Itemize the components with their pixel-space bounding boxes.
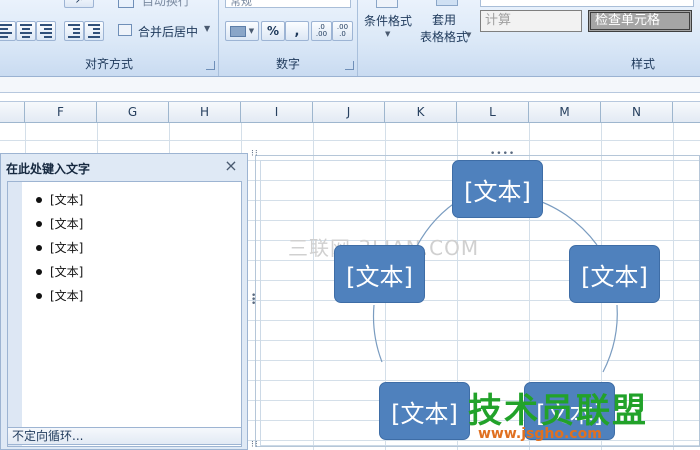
cycle-arc-2 xyxy=(602,304,618,373)
bullet-icon xyxy=(36,268,42,275)
list-item-text: [文本] xyxy=(50,289,84,303)
list-item-text: [文本] xyxy=(50,193,84,207)
bullet-icon xyxy=(36,292,42,299)
bullet-list: [文本] [文本] [文本] [文本] [文本] xyxy=(36,188,83,308)
list-item[interactable]: [文本] xyxy=(36,284,83,308)
bullet-icon xyxy=(36,220,42,227)
bullet-icon xyxy=(36,244,42,251)
layout-name-link[interactable]: 不定向循环... xyxy=(7,427,242,445)
smartart-node-2[interactable]: [文本] xyxy=(569,245,660,303)
bullet-icon xyxy=(36,196,42,203)
cycle-arc-4 xyxy=(372,304,383,363)
logo-watermark: 技术员联盟 xyxy=(468,391,648,431)
logo-url-watermark: www.jsgho.com xyxy=(478,426,602,442)
smartart-node-5[interactable]: [文本] xyxy=(334,245,425,303)
text-pane-title: 在此处键入文字 xyxy=(6,162,91,176)
text-pane-list[interactable]: [文本] [文本] [文本] [文本] [文本] xyxy=(7,181,242,447)
list-item-text: [文本] xyxy=(50,217,84,231)
smartart-text-pane: 在此处键入文字 × [文本] [文本] [文本] [文本] [文本] 不定向循环… xyxy=(0,153,248,450)
text-pane-gutter xyxy=(8,182,22,446)
list-item[interactable]: [文本] xyxy=(36,236,83,260)
list-item[interactable]: [文本] xyxy=(36,260,83,284)
close-icon[interactable]: × xyxy=(223,157,239,175)
smartart-node-1[interactable]: [文本] xyxy=(452,160,543,218)
list-item-text: [文本] xyxy=(50,241,84,255)
list-item-text: [文本] xyxy=(50,265,84,279)
smartart-node-4[interactable]: [文本] xyxy=(379,382,470,440)
list-item[interactable]: [文本] xyxy=(36,188,83,212)
list-item[interactable]: [文本] xyxy=(36,212,83,236)
